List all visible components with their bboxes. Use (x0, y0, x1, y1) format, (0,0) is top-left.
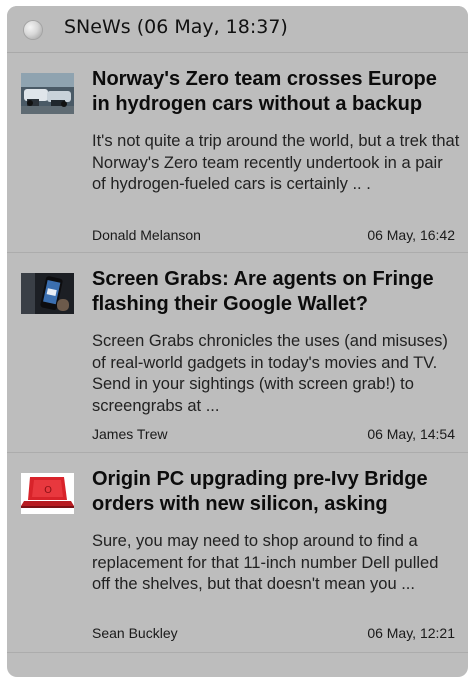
article-author: Sean Buckley (92, 625, 178, 641)
article-timestamp: 06 May, 14:54 (367, 426, 455, 442)
article-author: Donald Melanson (92, 227, 201, 243)
article-summary: It's not quite a trip around the world, … (92, 132, 460, 193)
article-summary: Screen Grabs chronicles the uses (and mi… (92, 332, 448, 415)
article-timestamp: 06 May, 16:42 (367, 227, 455, 243)
article-headline[interactable]: Norway's Zero team crosses Europe in hyd… (92, 67, 458, 117)
laptop-thumbnail: O (21, 473, 74, 514)
article-headline[interactable]: Screen Grabs: Are agents on Fringe flash… (92, 267, 458, 317)
article-summary: Sure, you may need to shop around to fin… (92, 532, 439, 593)
svg-text:O: O (44, 485, 52, 496)
widget-header: SNeWs (06 May, 18:37) (7, 6, 468, 53)
article-timestamp: 06 May, 12:21 (367, 625, 455, 641)
article-headline[interactable]: Origin PC upgrading pre-Ivy Bridge order… (92, 467, 458, 517)
news-item[interactable]: O Origin PC upgrading pre-Ivy Bridge ord… (7, 453, 468, 653)
news-item[interactable]: Norway's Zero team crosses Europe in hyd… (7, 53, 468, 253)
refresh-icon[interactable] (24, 21, 42, 39)
phone-thumbnail (21, 273, 74, 314)
news-widget: SNeWs (06 May, 18:37) Norway's Zero team… (7, 6, 468, 677)
widget-title: SNeWs (06 May, 18:37) (64, 16, 288, 38)
news-item[interactable]: Screen Grabs: Are agents on Fringe flash… (7, 253, 468, 453)
article-author: James Trew (92, 426, 168, 442)
cars-thumbnail (21, 73, 74, 114)
